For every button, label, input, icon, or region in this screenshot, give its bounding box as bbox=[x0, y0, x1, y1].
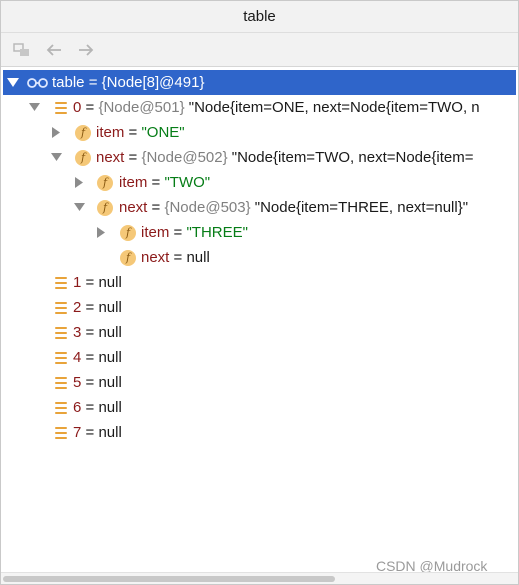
tree-row-4[interactable]: 4 = null bbox=[1, 345, 518, 370]
field-name: item bbox=[119, 174, 148, 191]
array-element-icon bbox=[53, 275, 69, 291]
equals-sign: = bbox=[124, 124, 142, 141]
tree-row-item[interactable]: f item = "ONE" bbox=[1, 120, 518, 145]
root-equals: = bbox=[84, 74, 102, 91]
array-element-icon bbox=[53, 325, 69, 341]
field-value: "THREE" bbox=[186, 224, 248, 241]
field-icon: f bbox=[97, 174, 113, 191]
field-icon: f bbox=[120, 249, 136, 266]
collapse-arrow-icon[interactable] bbox=[49, 151, 63, 165]
field-name: item bbox=[141, 224, 170, 241]
field-value: null bbox=[186, 249, 210, 266]
field-icon: f bbox=[75, 149, 91, 166]
tree-row-7[interactable]: 7 = null bbox=[1, 420, 518, 445]
equals-sign: = bbox=[124, 149, 142, 166]
element-value: null bbox=[98, 324, 122, 341]
element-value: null bbox=[98, 399, 122, 416]
array-element-icon bbox=[53, 425, 69, 441]
field-name: item bbox=[96, 124, 125, 141]
equals-sign: = bbox=[169, 249, 187, 266]
expand-arrow-icon[interactable] bbox=[94, 226, 108, 240]
collapse-arrow-icon[interactable] bbox=[72, 201, 86, 215]
tree-row-2[interactable]: 2 = null bbox=[1, 295, 518, 320]
equals-sign: = bbox=[81, 299, 99, 316]
array-element-icon bbox=[53, 350, 69, 366]
object-ref: {Node@502} bbox=[141, 149, 228, 166]
field-value: "ONE" bbox=[141, 124, 185, 141]
root-name: table bbox=[52, 74, 85, 91]
equals-sign: = bbox=[81, 399, 99, 416]
array-element-icon bbox=[53, 100, 69, 116]
equals-sign: = bbox=[81, 99, 99, 116]
debugger-window: table table = {Node[8]@491} 0 = {Node@50… bbox=[0, 0, 519, 585]
expand-arrow-icon[interactable] bbox=[49, 126, 63, 140]
element-value: null bbox=[98, 374, 122, 391]
tree-row-next[interactable]: f next = {Node@503} "Node{item=THREE, ne… bbox=[1, 195, 518, 220]
element-value: null bbox=[98, 299, 122, 316]
tree-row-table[interactable]: table = {Node[8]@491} bbox=[3, 70, 516, 95]
equals-sign: = bbox=[147, 199, 165, 216]
array-element-icon bbox=[53, 300, 69, 316]
field-value: "TWO" bbox=[164, 174, 211, 191]
forward-arrow-icon[interactable] bbox=[75, 39, 97, 61]
equals-sign: = bbox=[81, 424, 99, 441]
expand-arrow-icon[interactable] bbox=[72, 176, 86, 190]
collapse-arrow-icon[interactable] bbox=[27, 101, 41, 115]
object-string: "Node{item=ONE, next=Node{item=TWO, n bbox=[184, 99, 480, 116]
field-icon: f bbox=[97, 199, 113, 216]
variables-tree: table = {Node[8]@491} 0 = {Node@501} "No… bbox=[1, 67, 518, 445]
object-string: "Node{item=THREE, next=null}" bbox=[250, 199, 469, 216]
horizontal-scrollbar[interactable] bbox=[1, 572, 518, 584]
object-ref: {Node@503} bbox=[164, 199, 251, 216]
evaluate-icon[interactable] bbox=[11, 39, 33, 61]
back-arrow-icon[interactable] bbox=[43, 39, 65, 61]
field-icon: f bbox=[120, 224, 136, 241]
object-string: "Node{item=TWO, next=Node{item= bbox=[227, 149, 474, 166]
watch-glasses-icon bbox=[27, 75, 49, 91]
tree-row-6[interactable]: 6 = null bbox=[1, 395, 518, 420]
collapse-arrow-icon[interactable] bbox=[6, 76, 20, 90]
equals-sign: = bbox=[81, 274, 99, 291]
field-icon: f bbox=[75, 124, 91, 141]
equals-sign: = bbox=[169, 224, 187, 241]
object-ref: {Node@501} bbox=[98, 99, 185, 116]
element-value: null bbox=[98, 349, 122, 366]
tree-row-5[interactable]: 5 = null bbox=[1, 370, 518, 395]
tree-row-item[interactable]: f item = "THREE" bbox=[1, 220, 518, 245]
equals-sign: = bbox=[147, 174, 165, 191]
tree-row-item[interactable]: f item = "TWO" bbox=[1, 170, 518, 195]
field-name: next bbox=[96, 149, 125, 166]
array-element-icon bbox=[53, 400, 69, 416]
tree-row-1[interactable]: 1 = null bbox=[1, 270, 518, 295]
tree-row-next[interactable]: f next = null bbox=[1, 245, 518, 270]
field-name: next bbox=[141, 249, 170, 266]
toolbar bbox=[1, 33, 518, 67]
equals-sign: = bbox=[81, 374, 99, 391]
title-bar: table bbox=[1, 1, 518, 33]
root-value: {Node[8]@491} bbox=[101, 74, 205, 91]
tree-row-0[interactable]: 0 = {Node@501} "Node{item=ONE, next=Node… bbox=[1, 95, 518, 120]
equals-sign: = bbox=[81, 349, 99, 366]
window-title: table bbox=[243, 8, 276, 25]
element-value: null bbox=[98, 274, 122, 291]
tree-row-3[interactable]: 3 = null bbox=[1, 320, 518, 345]
equals-sign: = bbox=[81, 324, 99, 341]
scrollbar-thumb[interactable] bbox=[3, 576, 335, 582]
field-name: next bbox=[119, 199, 148, 216]
element-value: null bbox=[98, 424, 122, 441]
tree-row-next[interactable]: f next = {Node@502} "Node{item=TWO, next… bbox=[1, 145, 518, 170]
array-element-icon bbox=[53, 375, 69, 391]
